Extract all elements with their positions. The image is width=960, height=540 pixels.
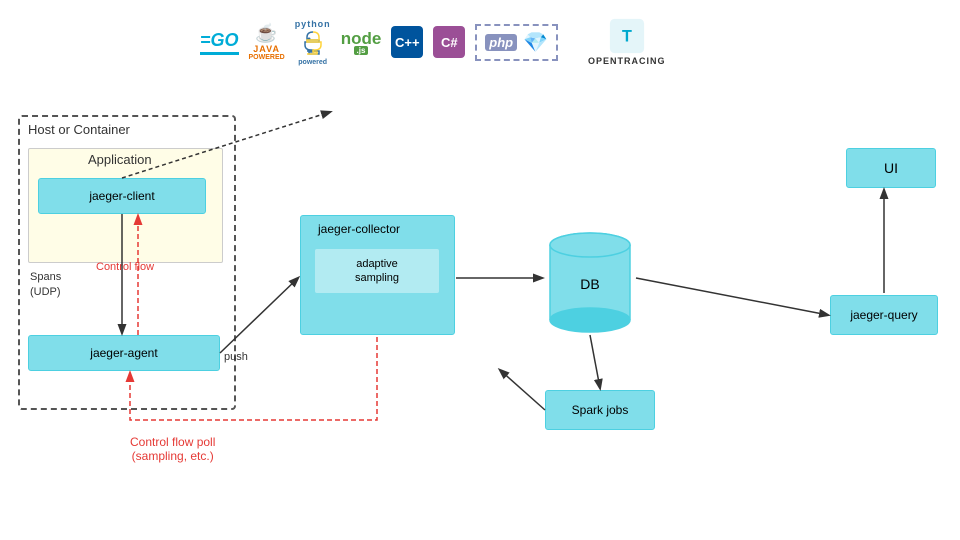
adaptive-sampling-label: adaptivesampling bbox=[355, 257, 399, 286]
opentracing-logo: T OPENTRACING bbox=[588, 18, 666, 66]
nodejs-logo: node .js bbox=[341, 29, 382, 55]
ruby-logo: 💎 bbox=[523, 30, 548, 55]
jaeger-collector-label: jaeger-collector bbox=[318, 222, 400, 236]
cpp-logo: C++ bbox=[391, 26, 423, 58]
diagram-container: =GO ☕ JAVA POWERED python powered node .… bbox=[0, 0, 960, 540]
logos-bar: =GO ☕ JAVA POWERED python powered node .… bbox=[200, 18, 666, 66]
push-label: push bbox=[224, 351, 248, 363]
svg-text:T: T bbox=[622, 27, 632, 45]
csharp-logo: C# bbox=[433, 26, 465, 58]
jaeger-agent-label: jaeger-agent bbox=[90, 346, 157, 360]
db-container: DB bbox=[545, 225, 635, 335]
go-logo: =GO bbox=[200, 30, 239, 55]
control-flow-label: Control flow bbox=[96, 260, 154, 275]
jaeger-client-box: jaeger-client bbox=[38, 178, 206, 214]
jaeger-query-label: jaeger-query bbox=[850, 308, 917, 322]
svg-text:DB: DB bbox=[580, 276, 599, 292]
host-container-label: Host or Container bbox=[28, 122, 130, 137]
java-logo: ☕ JAVA POWERED bbox=[249, 23, 285, 61]
adaptive-sampling-box: adaptivesampling bbox=[314, 248, 440, 294]
spans-udp-label: Spans(UDP) bbox=[30, 270, 61, 301]
php-logo: php bbox=[485, 34, 517, 51]
spark-jobs-box: Spark jobs bbox=[545, 390, 655, 430]
jaeger-client-label: jaeger-client bbox=[89, 189, 154, 203]
jaeger-query-box: jaeger-query bbox=[830, 295, 938, 335]
application-label: Application bbox=[88, 152, 152, 167]
opentracing-text: OPENTRACING bbox=[588, 56, 666, 66]
python-logo: python powered bbox=[295, 19, 331, 66]
control-flow-poll-label: Control flow poll(sampling, etc.) bbox=[130, 435, 215, 463]
ui-box: UI bbox=[846, 148, 936, 188]
php-ruby-box: php 💎 bbox=[475, 24, 558, 61]
spark-jobs-label: Spark jobs bbox=[572, 403, 629, 417]
jaeger-agent-box: jaeger-agent bbox=[28, 335, 220, 371]
ui-label: UI bbox=[884, 160, 898, 176]
